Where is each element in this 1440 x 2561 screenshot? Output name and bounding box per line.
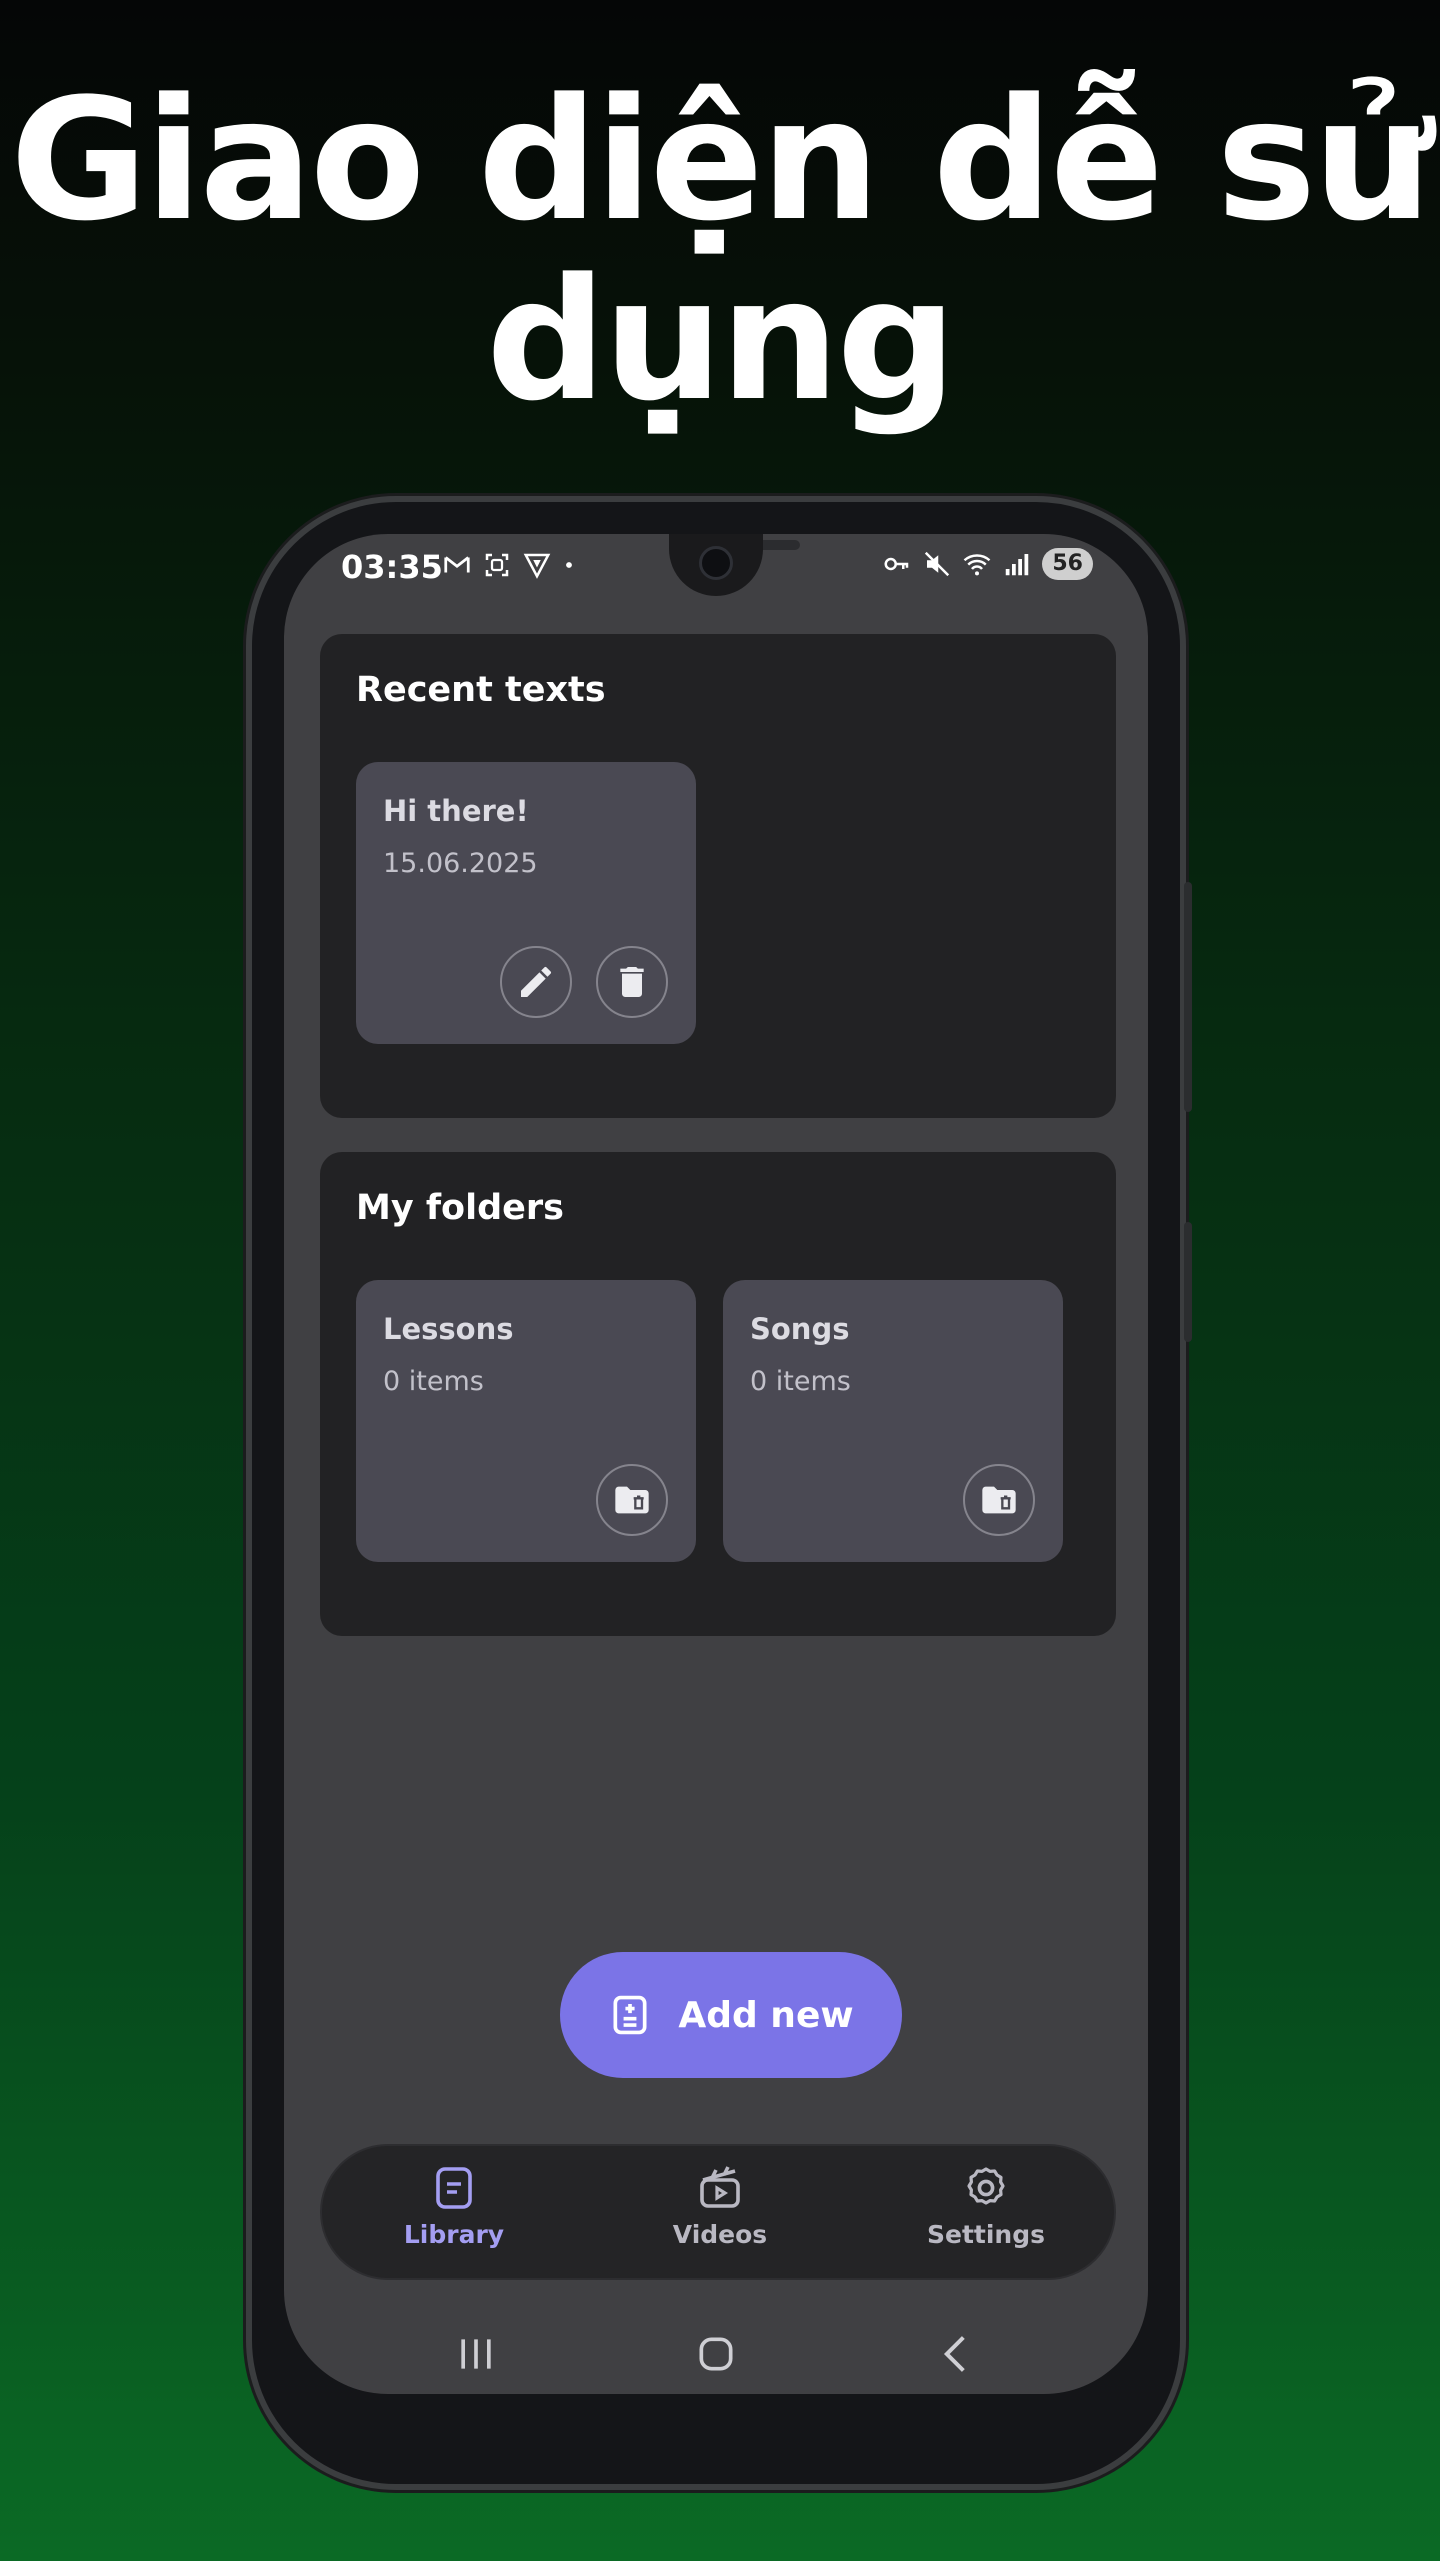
folder-delete-icon xyxy=(615,1486,649,1514)
recent-texts-card: Recent texts Hi there! 15.06.2025 xyxy=(320,634,1116,1118)
gear-icon xyxy=(967,2167,1005,2205)
signal-icon xyxy=(1006,554,1029,576)
mute-icon xyxy=(925,551,950,577)
gmail-icon xyxy=(444,556,470,573)
delete-text-button[interactable] xyxy=(596,946,668,1018)
back-button[interactable] xyxy=(916,2314,996,2394)
dot-icon xyxy=(566,562,572,568)
phone-frame: 03:35 56 Recent texts Hi there! 15.06.20… xyxy=(246,496,1192,2490)
delete-folder-button[interactable] xyxy=(596,1464,668,1536)
recents-icon xyxy=(461,2339,491,2369)
edit-text-button[interactable] xyxy=(500,946,572,1018)
pencil-icon xyxy=(521,966,552,997)
text-item-title: Hi there! xyxy=(383,794,529,828)
recent-texts-title: Recent texts xyxy=(356,670,606,710)
power-button xyxy=(1184,1222,1192,1342)
delete-folder-button[interactable] xyxy=(963,1464,1035,1536)
folder-name: Songs xyxy=(750,1312,850,1346)
folder-item-count: 0 items xyxy=(383,1366,484,1397)
my-folders-card: My folders Lessons 0 items Songs 0 items xyxy=(320,1152,1116,1636)
home-button[interactable] xyxy=(676,2314,756,2394)
promo-headline: Giao diện dễ sử dụng xyxy=(0,70,1440,430)
bottom-navigation: Library Videos Settings xyxy=(320,2144,1116,2280)
trash-icon xyxy=(620,967,644,997)
recents-button[interactable] xyxy=(436,2314,516,2394)
status-left-icons xyxy=(442,550,576,580)
system-navigation-bar xyxy=(284,2314,1148,2394)
battery-indicator: 56 xyxy=(1042,548,1093,580)
add-new-button[interactable]: Add new xyxy=(560,1952,902,2078)
my-folders-title: My folders xyxy=(356,1188,564,1228)
document-icon xyxy=(436,2167,472,2209)
wifi-icon xyxy=(964,554,991,576)
nav-settings[interactable]: Settings xyxy=(886,2164,1086,2249)
nav-library[interactable]: Library xyxy=(354,2164,554,2249)
nav-videos[interactable]: Videos xyxy=(620,2164,820,2249)
back-icon xyxy=(943,2336,965,2372)
nav-videos-label: Videos xyxy=(672,2220,768,2249)
key-icon xyxy=(884,557,909,571)
folder-delete-icon xyxy=(982,1486,1016,1514)
nav-settings-label: Settings xyxy=(926,2220,1045,2249)
nav-library-label: Library xyxy=(403,2220,505,2249)
promo-headline-line2: dụng xyxy=(486,242,957,438)
phone-screen: 03:35 56 Recent texts Hi there! 15.06.20… xyxy=(284,534,1148,2394)
status-time: 03:35 xyxy=(341,548,443,586)
status-bar: 03:35 56 xyxy=(284,534,1148,596)
screenshot-icon xyxy=(485,553,509,577)
text-item-card[interactable]: Hi there! 15.06.2025 xyxy=(356,762,696,1044)
status-right-icons: 56 xyxy=(882,548,1093,580)
vpn-shield-icon xyxy=(523,553,551,579)
volume-button xyxy=(1184,882,1192,1112)
promo-headline-line1: Giao diện dễ sử xyxy=(10,62,1433,258)
folder-item-count: 0 items xyxy=(750,1366,851,1397)
text-item-date: 15.06.2025 xyxy=(383,848,538,879)
video-clapper-icon xyxy=(700,2166,740,2208)
folder-card-songs[interactable]: Songs 0 items xyxy=(723,1280,1063,1562)
folder-name: Lessons xyxy=(383,1312,514,1346)
folder-card-lessons[interactable]: Lessons 0 items xyxy=(356,1280,696,1562)
home-icon xyxy=(699,2337,733,2371)
add-document-icon xyxy=(613,1995,647,2035)
add-new-label: Add new xyxy=(678,1994,854,2036)
